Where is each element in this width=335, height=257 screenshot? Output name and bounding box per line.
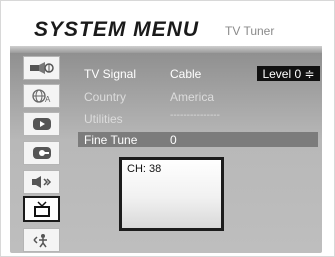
language-icon[interactable]: A [23, 84, 60, 108]
menu-title: SYSTEM MENU [34, 18, 200, 41]
panel-top-strip [10, 46, 322, 53]
channel-icon[interactable] [23, 112, 60, 136]
svg-text:A: A [45, 95, 51, 104]
tv-preview: CH: 38 [119, 157, 224, 231]
fine-tune-label[interactable]: Fine Tune [84, 133, 137, 147]
tv-signal-value[interactable]: Cable [170, 67, 201, 81]
menu-subtitle: TV Tuner [225, 24, 275, 38]
audio-icon[interactable] [23, 170, 60, 194]
setup-icon[interactable] [23, 228, 60, 252]
country-label[interactable]: Country [84, 90, 126, 104]
tv-tuner-icon[interactable] [23, 196, 60, 222]
fine-tune-value[interactable]: 0 [170, 133, 177, 147]
utilities-value[interactable]: --------------- [170, 110, 220, 121]
country-value[interactable]: America [170, 90, 214, 104]
level-selector[interactable]: Level 0 ≑ [257, 66, 320, 81]
channel-indicator: CH: 38 [127, 163, 162, 175]
tv-signal-label[interactable]: TV Signal [84, 67, 136, 81]
tv-preview-screen: CH: 38 [122, 160, 221, 228]
utilities-label[interactable]: Utilities [84, 112, 123, 126]
picture-icon[interactable] [23, 56, 60, 80]
parental-icon[interactable] [23, 141, 60, 165]
menu-header: SYSTEM MENU TV Tuner [0, 0, 335, 48]
